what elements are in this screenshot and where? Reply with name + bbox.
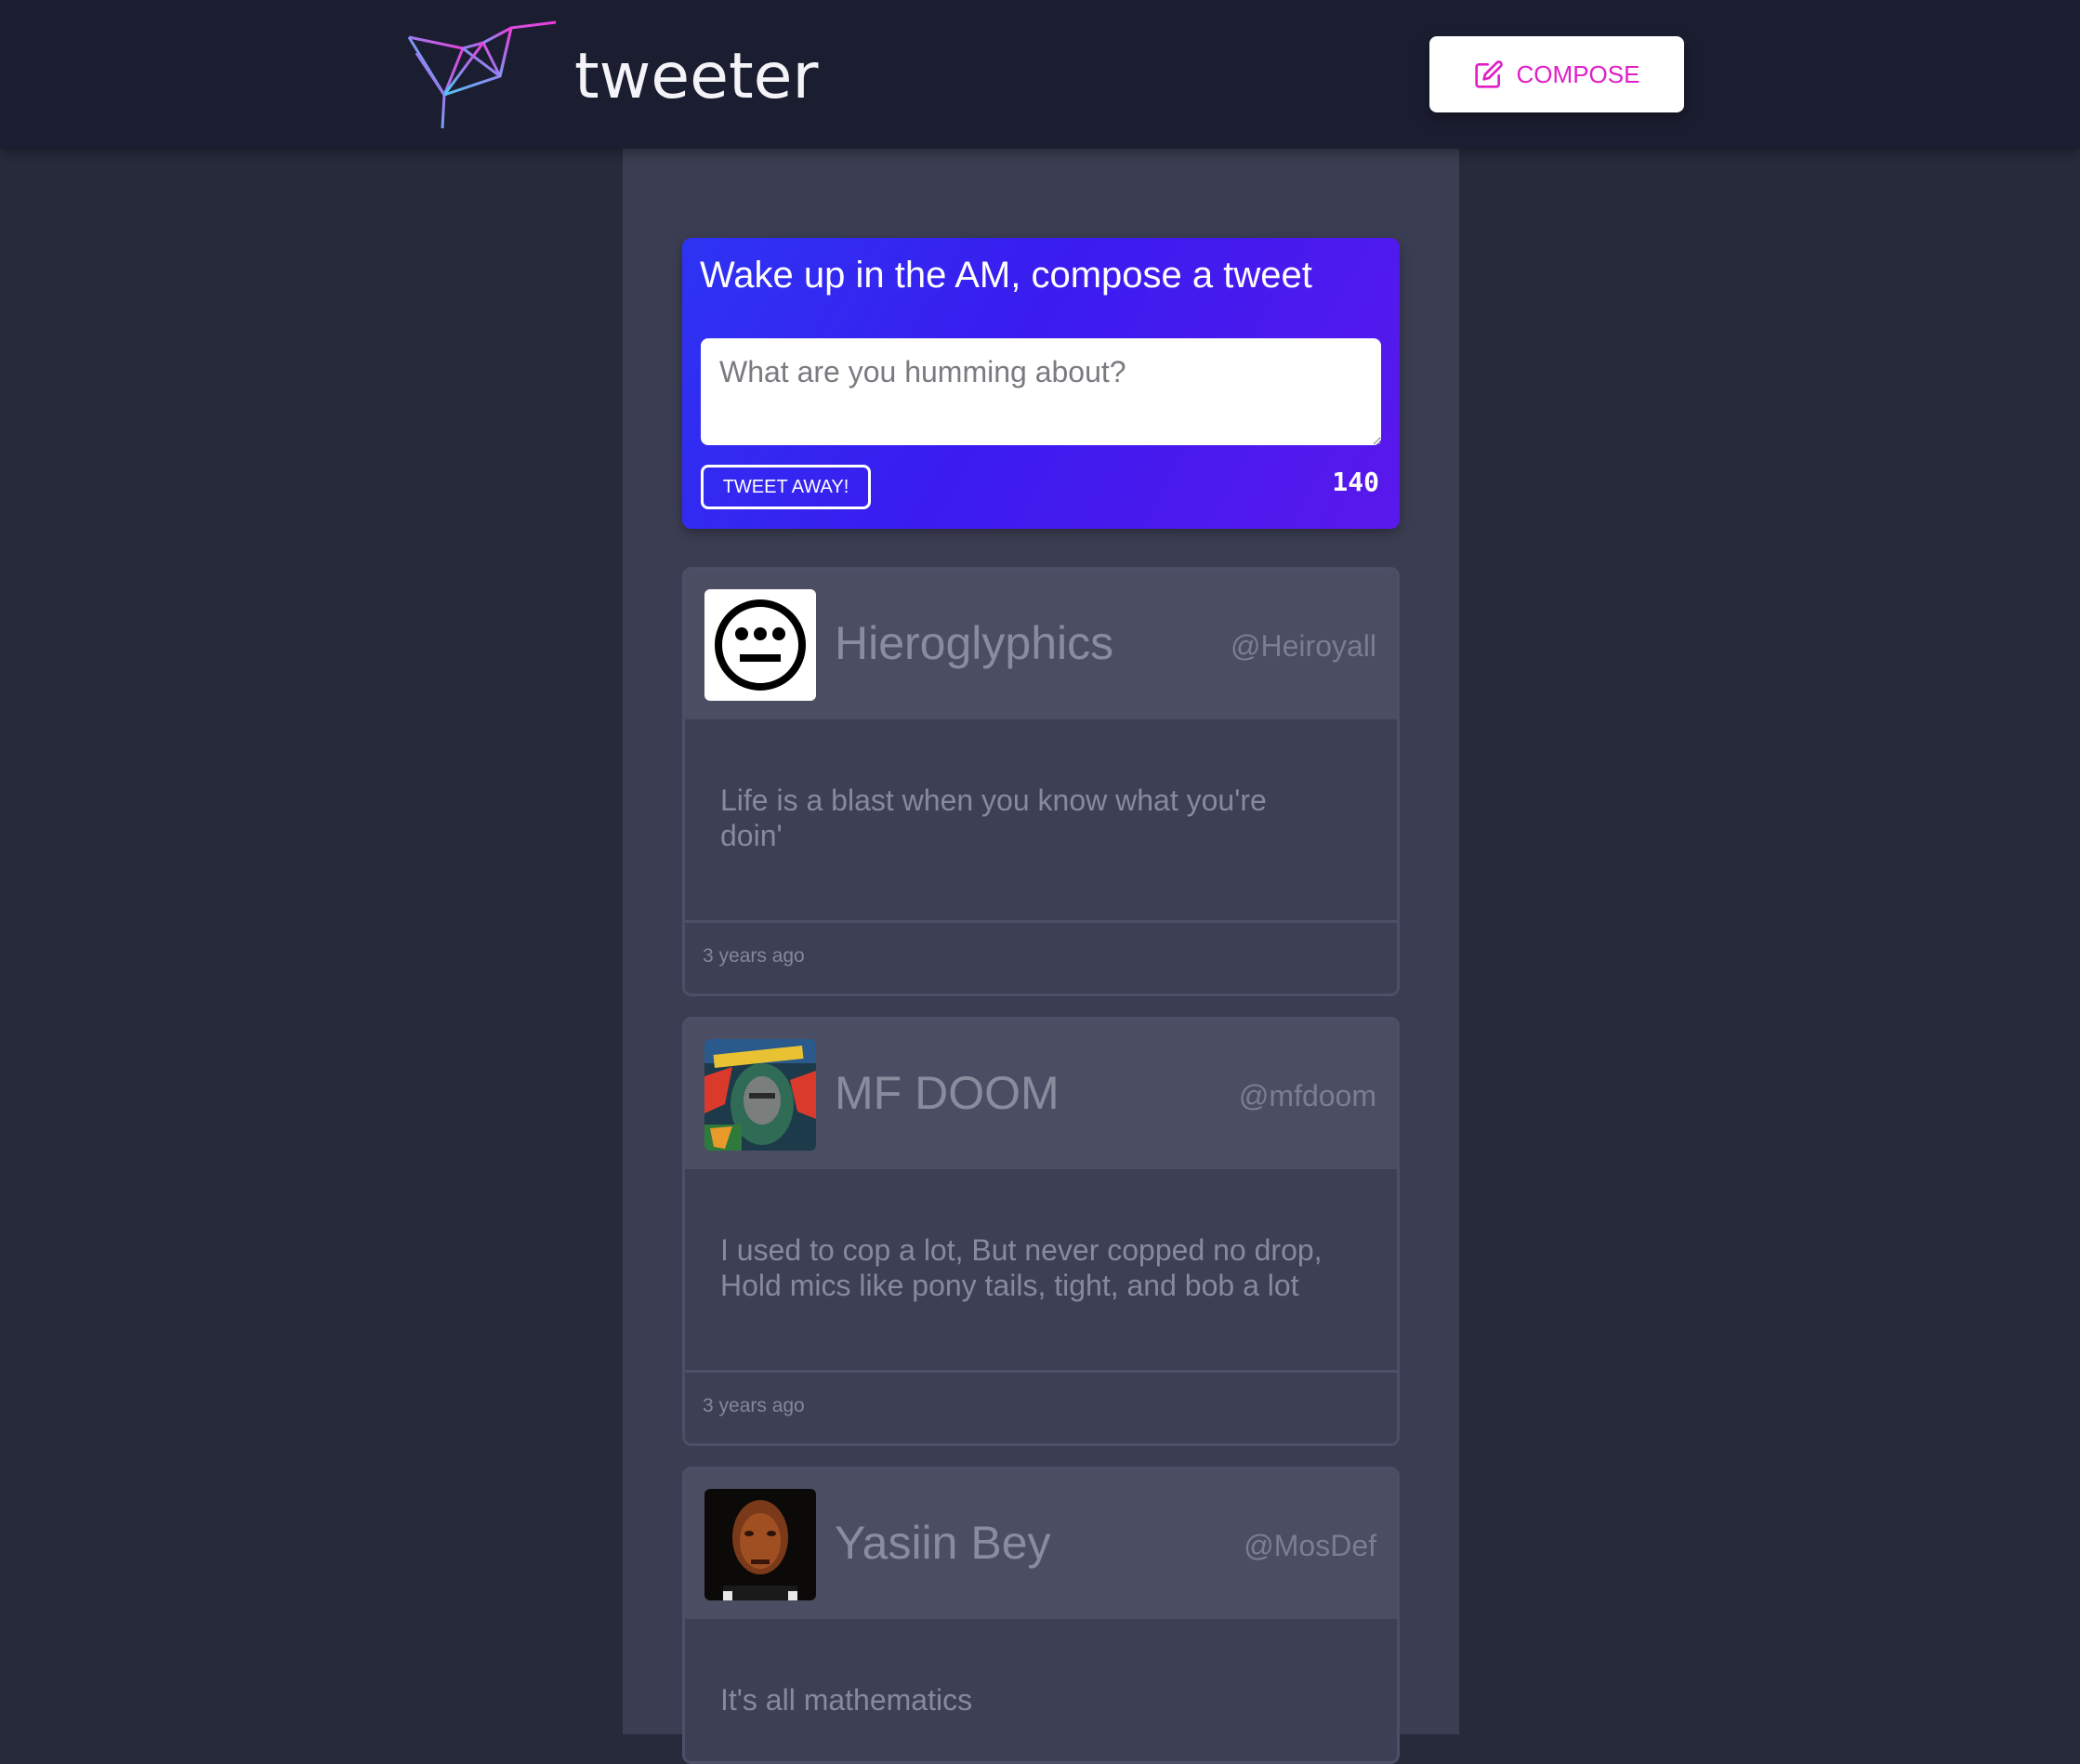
- tweet-body: Life is a blast when you know what you'r…: [685, 719, 1397, 923]
- tweet-text: It's all mathematics: [720, 1683, 973, 1717]
- tweet-text: I used to cop a lot, But never copped no…: [720, 1233, 1323, 1302]
- tweet-text: Life is a blast when you know what you'r…: [720, 783, 1267, 852]
- tweet-body: It's all mathematics: [685, 1619, 1397, 1761]
- tweet-card: Yasiin Bey @MosDef It's all mathematics: [682, 1467, 1400, 1764]
- tweet-author-handle: @MosDef: [1244, 1529, 1376, 1562]
- tweet-author-handle: @mfdoom: [1238, 1079, 1376, 1112]
- compose-button[interactable]: COMPOSE: [1429, 36, 1684, 112]
- tweet-body: I used to cop a lot, But never copped no…: [685, 1169, 1397, 1373]
- navbar: tweeter COMPOSE: [0, 0, 2080, 149]
- compose-button-label: COMPOSE: [1516, 59, 1640, 88]
- tweet-author-handle: @Heiroyall: [1231, 629, 1376, 663]
- tweet-header: Yasiin Bey @MosDef: [685, 1469, 1397, 1619]
- tweet-author-name: Hieroglyphics: [835, 617, 1114, 669]
- avatar[interactable]: [704, 1489, 816, 1600]
- tweet-card: MF DOOM @mfdoom I used to cop a lot, But…: [682, 1017, 1400, 1446]
- edit-icon: [1474, 60, 1503, 88]
- tweet-author-name: MF DOOM: [835, 1067, 1060, 1119]
- tweet-header: MF DOOM @mfdoom: [685, 1020, 1397, 1169]
- character-counter: 140: [1332, 467, 1379, 497]
- hummingbird-logo-icon[interactable]: [407, 20, 560, 130]
- compose-title: Wake up in the AM, compose a tweet: [700, 255, 1312, 296]
- hiero-face-icon: [704, 589, 816, 701]
- brand-title[interactable]: tweeter: [574, 35, 818, 119]
- tweet-timestamp: 3 years ago: [703, 945, 805, 967]
- tweet-textarea[interactable]: [701, 338, 1381, 445]
- tweet-card: Hieroglyphics @Heiroyall Life is a blast…: [682, 567, 1400, 996]
- compose-panel: Wake up in the AM, compose a tweet TWEET…: [682, 238, 1400, 529]
- portrait-photo-icon: [704, 1489, 816, 1600]
- tweet-footer: 3 years ago: [685, 1373, 1397, 1441]
- avatar[interactable]: [704, 589, 816, 701]
- tweet-header: Hieroglyphics @Heiroyall: [685, 570, 1397, 719]
- tweet-away-button[interactable]: TWEET AWAY!: [701, 465, 871, 509]
- doomsday-album-art-icon: [704, 1039, 816, 1151]
- tweet-footer: 3 years ago: [685, 923, 1397, 992]
- tweet-timestamp: 3 years ago: [703, 1395, 805, 1416]
- avatar[interactable]: [704, 1039, 816, 1151]
- tweet-author-name: Yasiin Bey: [835, 1517, 1051, 1569]
